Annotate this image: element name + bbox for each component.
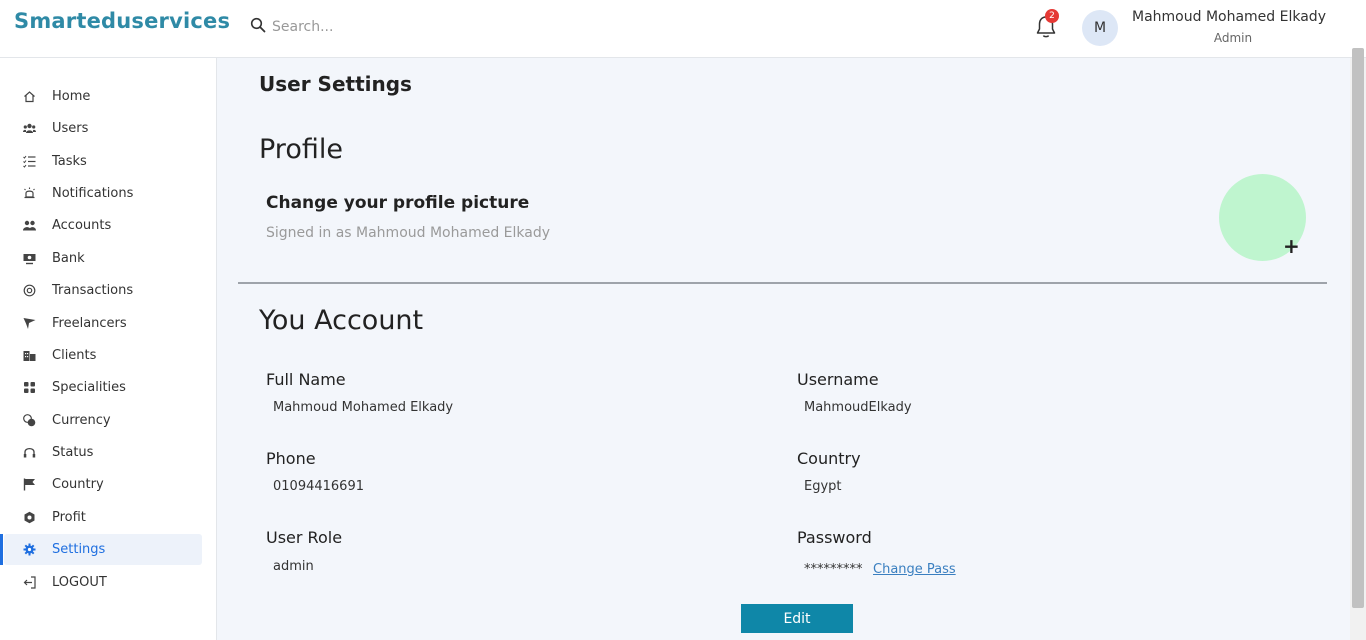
transactions-icon xyxy=(23,284,36,297)
bank-icon xyxy=(23,252,36,265)
sidebar-item-label: Profit xyxy=(52,510,86,525)
logout-icon xyxy=(23,576,36,589)
sidebar-item-label: Tasks xyxy=(52,154,87,169)
sidebar-item-profit[interactable]: Profit xyxy=(4,502,202,533)
currency-icon xyxy=(23,414,36,427)
sidebar-item-currency[interactable]: Currency xyxy=(4,405,202,436)
alarm-icon xyxy=(23,187,36,200)
sidebar-item-home[interactable]: Home xyxy=(4,81,202,112)
bell-icon xyxy=(1034,16,1058,44)
full-name-value: Mahmoud Mohamed Elkady xyxy=(273,400,454,415)
sidebar-item-label: Bank xyxy=(52,251,85,266)
search-bar xyxy=(250,17,572,37)
top-header: Smarteduservices 2 M Mahmoud Mohamed Elk… xyxy=(0,0,1366,58)
avatar[interactable]: M xyxy=(1082,10,1118,46)
sidebar-item-users[interactable]: Users xyxy=(4,113,202,144)
sidebar-item-bank[interactable]: Bank xyxy=(4,243,202,274)
sidebar-item-label: Users xyxy=(52,121,89,136)
sidebar-item-clients[interactable]: Clients xyxy=(4,340,202,371)
sidebar-item-country[interactable]: Country xyxy=(4,469,202,500)
sidebar-item-label: Accounts xyxy=(52,218,112,233)
user-role-label: User Role xyxy=(266,528,343,547)
search-icon xyxy=(250,17,266,37)
scrollbar-thumb[interactable] xyxy=(1352,48,1364,608)
phone-value: 01094416691 xyxy=(273,479,364,494)
username-value: MahmoudElkady xyxy=(804,400,912,415)
sidebar-item-settings[interactable]: Settings xyxy=(0,534,202,565)
sidebar-item-label: Clients xyxy=(52,348,97,363)
sidebar-item-label: Specialities xyxy=(52,380,126,395)
country-value: Egypt xyxy=(804,479,842,494)
phone-label: Phone xyxy=(266,449,316,468)
sidebar-item-label: Settings xyxy=(52,542,106,557)
notifications-button[interactable]: 2 xyxy=(1034,9,1060,44)
username-label: Username xyxy=(797,370,879,389)
sidebar-item-label: Currency xyxy=(52,413,111,428)
sidebar-item-notifications[interactable]: Notifications xyxy=(4,178,202,209)
sidebar-item-status[interactable]: Status xyxy=(4,437,202,468)
profile-picture-title: Change your profile picture xyxy=(266,193,530,213)
profile-section-title: Profile xyxy=(259,134,343,165)
sidebar-item-label: Status xyxy=(52,445,94,460)
tasks-icon xyxy=(23,155,36,168)
account-section-title: You Account xyxy=(259,305,424,336)
sidebar-item-accounts[interactable]: Accounts xyxy=(4,210,202,241)
clients-icon xyxy=(23,349,36,362)
sidebar-item-specialities[interactable]: Specialities xyxy=(4,372,202,403)
password-label: Password xyxy=(797,528,872,547)
password-value: ********* xyxy=(804,562,863,577)
sidebar-item-label: Freelancers xyxy=(52,316,127,331)
sidebar-item-label: Country xyxy=(52,477,104,492)
status-icon xyxy=(23,446,36,459)
sidebar-item-freelancers[interactable]: Freelancers xyxy=(4,308,202,339)
sidebar-item-label: Notifications xyxy=(52,186,134,201)
profit-icon xyxy=(23,511,36,524)
sidebar-item-label: LOGOUT xyxy=(52,575,107,590)
sidebar-item-transactions[interactable]: Transactions xyxy=(4,275,202,306)
user-name[interactable]: Mahmoud Mohamed Elkady xyxy=(1132,9,1326,25)
sidebar-item-label: Home xyxy=(52,89,91,104)
sidebar-item-tasks[interactable]: Tasks xyxy=(4,146,202,177)
full-name-label: Full Name xyxy=(266,370,346,389)
search-input[interactable] xyxy=(272,19,572,35)
flag-icon xyxy=(23,478,36,491)
user-role: Admin xyxy=(1213,31,1253,45)
home-icon xyxy=(23,90,36,103)
section-divider xyxy=(238,282,1327,284)
sidebar-item-logout[interactable]: LOGOUT xyxy=(4,567,202,598)
sidebar-item-label: Transactions xyxy=(52,283,134,298)
freelancers-icon xyxy=(23,317,36,330)
profile-picture-subtitle: Signed in as Mahmoud Mohamed Elkady xyxy=(266,225,550,241)
user-role-value: admin xyxy=(273,559,314,574)
add-photo-icon[interactable]: + xyxy=(1283,235,1300,257)
brand-logo[interactable]: Smarteduservices xyxy=(14,9,230,33)
accounts-icon xyxy=(23,219,36,232)
country-label: Country xyxy=(797,449,861,468)
page-scrollbar[interactable] xyxy=(1350,48,1366,640)
change-password-link[interactable]: Change Pass xyxy=(873,562,956,577)
gear-icon xyxy=(23,543,36,556)
sidebar: Home Users Tasks Notifications Accounts … xyxy=(0,58,217,640)
notification-badge: 2 xyxy=(1045,9,1059,23)
page-title: User Settings xyxy=(259,72,412,96)
edit-button[interactable]: Edit xyxy=(741,604,853,633)
users-icon xyxy=(23,122,36,135)
grid-icon xyxy=(23,381,36,394)
